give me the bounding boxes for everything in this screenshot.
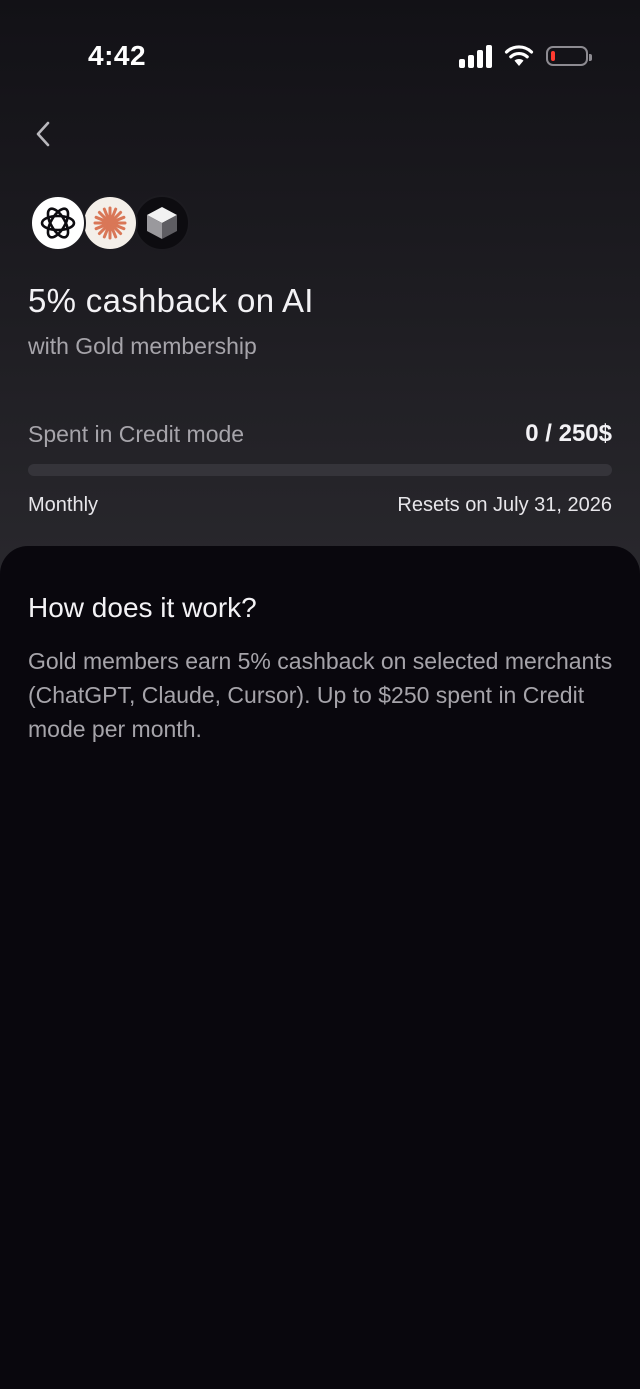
cursor-logo-icon — [134, 195, 190, 251]
page-title: 5% cashback on AI — [28, 282, 314, 319]
info-sheet: How does it work? Gold members earn 5% c… — [0, 546, 640, 1389]
openai-logo-icon — [30, 195, 86, 251]
claude-logo-icon — [82, 195, 138, 251]
chevron-left-icon — [36, 121, 50, 147]
status-bar: 4:42 — [0, 0, 640, 110]
status-icons — [459, 44, 592, 68]
info-title: How does it work? — [28, 592, 257, 623]
reset-date-label: Resets on July 31, 2026 — [397, 494, 612, 516]
header-section: 4:42 5% cashback on AI with Gold members… — [0, 0, 640, 580]
battery-low-icon — [546, 46, 592, 66]
info-body: Gold members earn 5% cashback on selecte… — [28, 648, 613, 742]
page-subtitle: with Gold membership — [28, 333, 257, 359]
spending-progress-bar — [28, 464, 612, 476]
period-label: Monthly — [28, 494, 99, 516]
cashback-detail-screen: 4:42 5% cashback on AI with Gold members… — [0, 0, 640, 1389]
status-time: 4:42 — [88, 40, 147, 71]
back-button[interactable] — [26, 114, 60, 154]
spent-label: Spent in Credit mode — [28, 421, 245, 447]
wifi-icon — [504, 45, 534, 66]
battery-cap — [589, 54, 592, 61]
battery-level — [551, 51, 555, 61]
cellular-signal-icon — [459, 44, 492, 68]
spent-value: 0 / 250$ — [525, 420, 612, 447]
